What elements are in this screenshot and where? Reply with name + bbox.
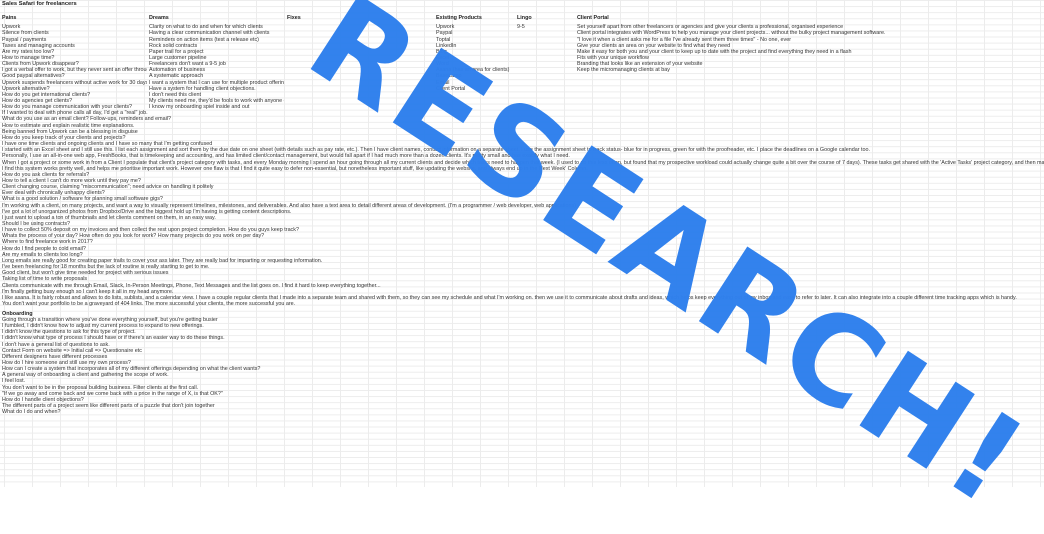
cell[interactable]: Pains [2,15,147,22]
cell[interactable]: Dreams [149,15,284,22]
sheet-title: Sales Safari for freelancers [2,1,77,7]
cell[interactable]: Client Portal [577,15,1037,22]
cell[interactable]: Lingo [517,15,575,22]
cell[interactable]: Existing Products [436,15,514,22]
header-row[interactable]: Pains Dreams Fixes Existing Products Lingo Cl… [0,15,1044,22]
table-row[interactable]: You don't want your portfolio to be a gr… [0,301,1044,308]
